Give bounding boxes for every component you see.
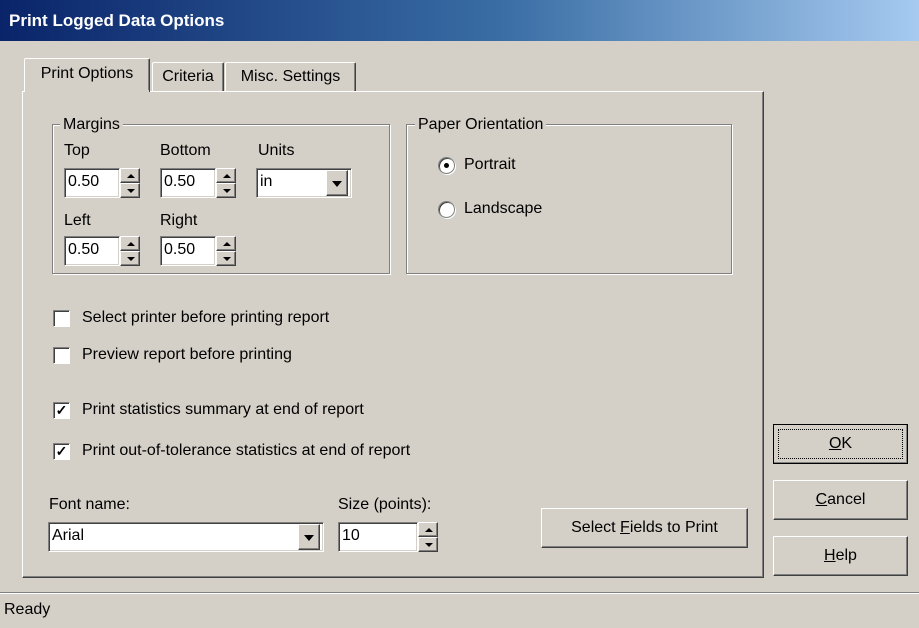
spin-up-button[interactable] [120,168,140,183]
radio-button[interactable] [438,201,455,218]
font-name-label: Font name: [49,496,130,513]
top-margin-input[interactable]: 0.50 [64,168,120,198]
title-bar[interactable]: Print Logged Data Options [0,0,919,41]
units-value: in [260,173,273,190]
font-size-spinner[interactable] [418,522,438,552]
checkbox-label: Print statistics summary at end of repor… [82,401,364,418]
spin-down-button[interactable] [418,537,438,552]
radio-button[interactable] [438,157,455,174]
spin-up-button[interactable] [120,236,140,251]
tab-print-options[interactable]: Print Options [24,58,150,92]
status-bar: Ready [0,592,919,628]
left-margin-input[interactable]: 0.50 [64,236,120,266]
spin-up-button[interactable] [418,522,438,537]
spin-up-button[interactable] [216,236,236,251]
spin-down-button[interactable] [120,183,140,198]
checkbox-box[interactable] [53,347,70,364]
help-button[interactable]: Help [773,536,908,576]
spin-down-button[interactable] [216,251,236,266]
focus-rectangle [778,429,903,459]
checkbox-box[interactable]: ✓ [53,402,70,419]
font-name-select[interactable]: Arial [48,522,324,552]
tab-label: Misc. Settings [240,68,341,85]
radio-label: Portrait [464,156,516,173]
chevron-down-icon [332,181,342,187]
radio-selected-dot [444,163,449,168]
button-accelerator: C [815,491,828,508]
right-margin-spinner[interactable] [216,236,236,266]
bottom-margin-input[interactable]: 0.50 [160,168,216,198]
checkbox-label: Print out-of-tolerance statistics at end… [82,442,411,459]
tab-misc-settings[interactable]: Misc. Settings [225,62,356,92]
tab-criteria[interactable]: Criteria [152,62,224,92]
button-text: Select [571,519,621,536]
tab-label: Print Options [40,65,134,82]
font-size-input[interactable]: 10 [338,522,418,552]
checkbox-label: Select printer before printing report [82,309,330,326]
radio-portrait[interactable]: Portrait [438,155,638,177]
checkbox-preview-report[interactable]: Preview report before printing [53,345,473,367]
cancel-button[interactable]: Cancel [773,480,908,520]
checkbox-label: Preview report before printing [82,346,292,363]
units-label: Units [258,142,295,159]
ok-button[interactable]: OK [773,424,908,464]
checkbox-out-of-tolerance[interactable]: ✓ Print out-of-tolerance statistics at e… [53,441,493,463]
checkbox-statistics-summary[interactable]: ✓ Print statistics summary at end of rep… [53,400,473,422]
orientation-legend: Paper Orientation [415,116,547,134]
left-label: Left [64,212,91,229]
font-dropdown-button[interactable] [298,524,320,550]
checkmark-icon: ✓ [55,443,68,459]
spin-down-button[interactable] [120,251,140,266]
font-size-label: Size (points): [338,496,432,513]
top-margin-spinner[interactable] [120,168,140,198]
top-label: Top [64,142,90,159]
spin-down-button[interactable] [216,183,236,198]
chevron-down-icon [304,535,314,541]
margins-legend: Margins [60,116,123,134]
button-text: ields to Print [629,519,718,536]
right-margin-input[interactable]: 0.50 [160,236,216,266]
spin-up-button[interactable] [216,168,236,183]
bottom-label: Bottom [160,142,211,159]
select-fields-button[interactable]: Select Fields to Print [541,508,748,548]
checkbox-box[interactable] [53,310,70,327]
bottom-margin-spinner[interactable] [216,168,236,198]
tab-label: Criteria [162,68,214,85]
right-label: Right [160,212,198,229]
button-text: ancel [827,491,866,508]
button-text: elp [835,547,857,564]
checkbox-select-printer[interactable]: Select printer before printing report [53,308,473,330]
button-accelerator: H [824,547,836,564]
checkmark-icon: ✓ [55,402,68,418]
status-text: Ready [4,601,51,618]
tab-join [25,90,149,93]
units-dropdown-button[interactable] [326,170,348,196]
radio-label: Landscape [464,200,543,217]
radio-landscape[interactable]: Landscape [438,199,638,221]
button-accelerator: F [620,519,630,536]
checkbox-box[interactable]: ✓ [53,443,70,460]
font-name-value: Arial [52,527,85,544]
left-margin-spinner[interactable] [120,236,140,266]
window-title: Print Logged Data Options [9,11,225,30]
